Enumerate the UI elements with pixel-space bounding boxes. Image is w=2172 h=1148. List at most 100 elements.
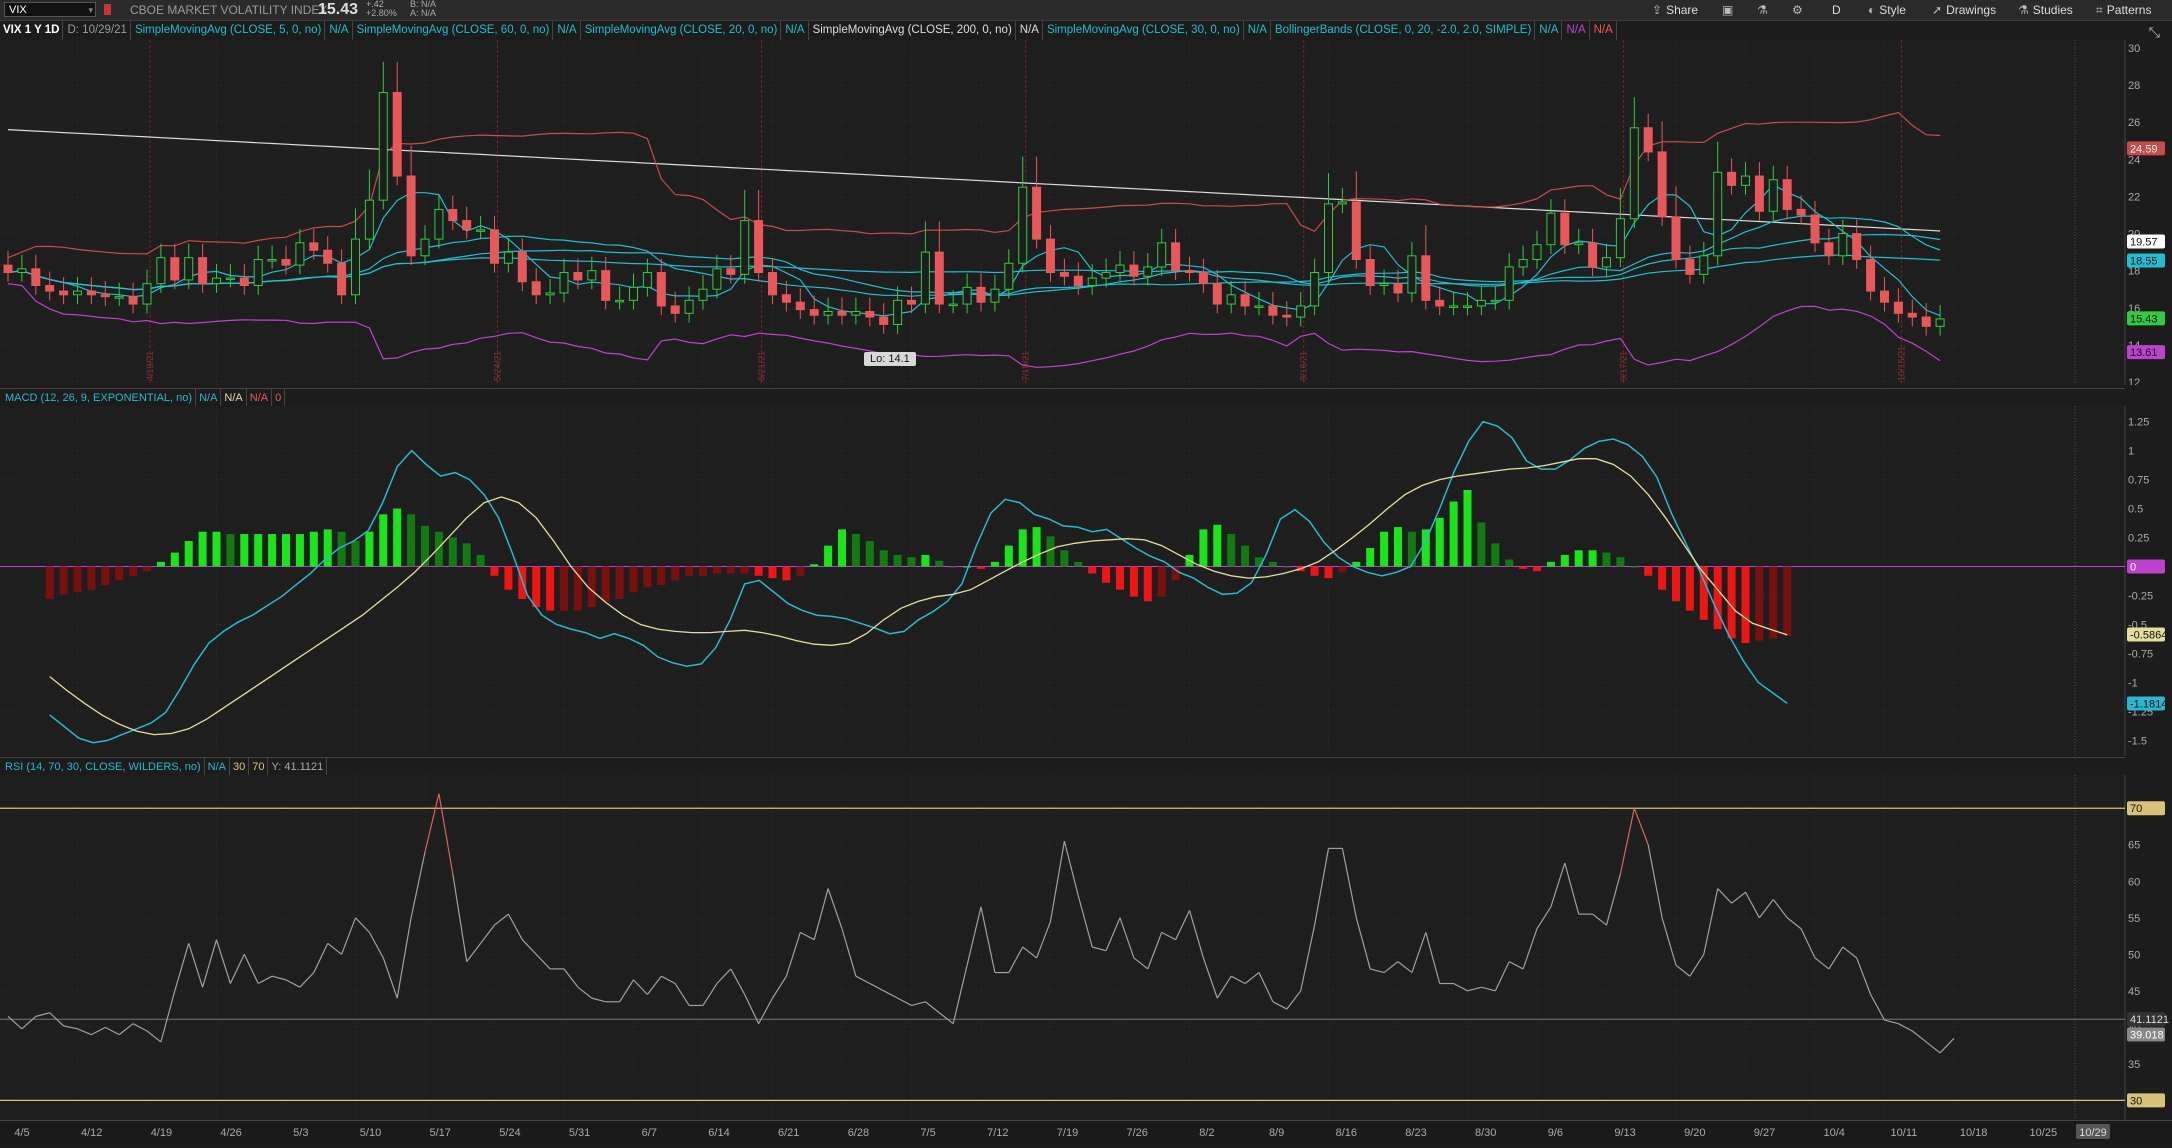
candle-down [1727,171,1737,186]
histogram-bar-positive [1491,543,1500,567]
y-tick-label: 24 [2128,154,2140,166]
macd-study-label[interactable]: MACD (12, 26, 9, EXPONENTIAL, no) [2,389,197,407]
rsi-study-label[interactable]: RSI (14, 70, 30, CLOSE, WILDERS, no) [2,758,205,776]
y-tick-label: 50 [2128,949,2140,961]
aggregation-button[interactable]: D [1832,0,1841,20]
histogram-bar-positive [1560,554,1569,567]
study-sma20[interactable]: SimpleMovingAvg (CLOSE, 20, 0, no) [582,21,782,40]
screenshot-button[interactable]: ▣ [1722,0,1737,20]
candle-up [698,288,708,301]
candle-up [73,290,82,296]
candle-up [1490,299,1500,303]
candle-down [1393,283,1403,294]
x-tick-label: 6/21 [778,1127,799,1139]
study-sma200[interactable]: SimpleMovingAvg (CLOSE, 200, 0, no) [810,21,1016,40]
style-button[interactable]: ◐ Style [1868,0,1906,20]
candle-up [1337,201,1347,205]
histogram-bar-positive [226,534,235,567]
settings-button[interactable]: ⚙ [1792,0,1807,20]
candle-up [629,286,638,301]
histogram-bar-positive [1588,550,1597,567]
candle-up [1004,262,1014,290]
candle-up [1157,242,1167,268]
histogram-bar-negative [1129,566,1138,597]
candle-up [893,299,903,325]
x-tick-label: 7/12 [987,1127,1008,1139]
study-sma60[interactable]: SimpleMovingAvg (CLOSE, 60, 0, no) [354,21,554,40]
x-axis[interactable]: 4/5 4/12 4/19 4/26 5/3 5/10 5/17 5/24 5/31 6/7 6/1… [0,1120,2172,1143]
x-tick-label: 8/2 [1199,1127,1214,1139]
value-badge-text: 13.61 [2130,347,2158,359]
histogram-bar-positive [323,529,332,567]
macd-chart[interactable]: 1.2510.750.50.250-0.25-0.5-0.75-1-1.25-1… [0,406,2172,756]
study-bollinger[interactable]: BollingerBands (CLOSE, 0, 20, -2.0, 2.0,… [1272,21,1536,40]
candle-up [1115,264,1125,274]
value-badge-text: 30 [2130,1095,2142,1107]
histogram-bar-positive [810,564,819,567]
candle-up [142,283,152,305]
histogram-bar-positive [1060,550,1069,567]
symbol-input[interactable]: VIX ▾ [4,2,96,17]
candle-up [1101,272,1111,279]
event-line-label: 5/24/21 [493,351,503,381]
histogram-bar-negative [754,566,763,576]
y-tick-label: 0.75 [2128,475,2149,487]
histogram-bar-negative [1102,566,1111,583]
study-sma30[interactable]: SimpleMovingAvg (CLOSE, 30, 0, no) [1044,21,1244,40]
histogram-bar-negative [712,566,721,574]
beaker-button[interactable]: ⚗ [1757,0,1772,20]
histogram-bar-positive [838,529,846,567]
candle-down [1421,255,1431,301]
studies-button[interactable]: ⚗ Studies [2018,0,2073,20]
histogram-bar-positive [1505,559,1514,567]
candle-down [1657,151,1667,218]
cursor-icon: ➚ [1932,3,1943,17]
histogram-bar-positive [421,525,429,567]
candle-down [1907,312,1917,318]
candle-up [1768,179,1778,212]
chevron-down-icon[interactable]: ▾ [88,3,93,18]
rsi-legend: RSI (14, 70, 30, CLOSE, WILDERS, no) N/A 3… [0,757,2125,776]
share-button[interactable]: ⇪ Share [1652,0,1698,20]
histogram-bar-positive [1366,547,1375,567]
y-tick-label: -1 [2128,677,2138,689]
candle-up [587,270,597,281]
histogram-bar-positive [462,543,471,567]
candle-up [1254,305,1264,308]
histogram-bar-negative [1741,566,1750,644]
drawings-button[interactable]: ➚ Drawings [1932,0,1996,20]
x-tick-label: 10/11 [1891,1127,1918,1139]
histogram-bar-positive [240,534,249,567]
candle-up [156,257,166,285]
candle-up [503,251,513,264]
candle-up [1574,242,1584,246]
candle-up [1143,266,1153,277]
candle-up [1324,203,1333,274]
study-sma5[interactable]: SimpleMovingAvg (CLOSE, 5, 0, no) [132,21,326,40]
alert-flag-icon[interactable] [104,4,111,15]
candle-down [795,301,805,311]
y-tick-label: 22 [2128,191,2140,203]
price-chart[interactable]: 302826242220181614124/19/215/24/216/21/2… [0,40,2172,385]
candle-down [726,268,736,275]
candle-down [1754,175,1764,212]
candle-down [976,286,986,303]
histogram-bar-negative [1088,566,1097,574]
candle-down [1921,316,1931,327]
candle-down [1782,179,1792,210]
rsi-chart[interactable]: 7065605550454035307041.112139.01830 [0,775,2172,1120]
candle-down [1073,275,1083,287]
histogram-bar-positive [851,534,860,567]
histogram-bar-positive [476,554,485,567]
candle-up [642,272,652,288]
x-tick-label: 8/30 [1475,1127,1496,1139]
x-tick-label: 9/27 [1754,1127,1775,1139]
zoom-axis-icon[interactable]: ⤡ [2149,24,2160,41]
candle-down [1185,270,1194,274]
candle-up [434,208,444,240]
patterns-button[interactable]: ⌗ Patterns [2096,0,2151,20]
candle-down [1171,242,1181,272]
histogram-bar-positive [184,541,193,567]
candle-down [1198,272,1208,285]
event-line-label: 10/15/21 [1896,346,1906,381]
